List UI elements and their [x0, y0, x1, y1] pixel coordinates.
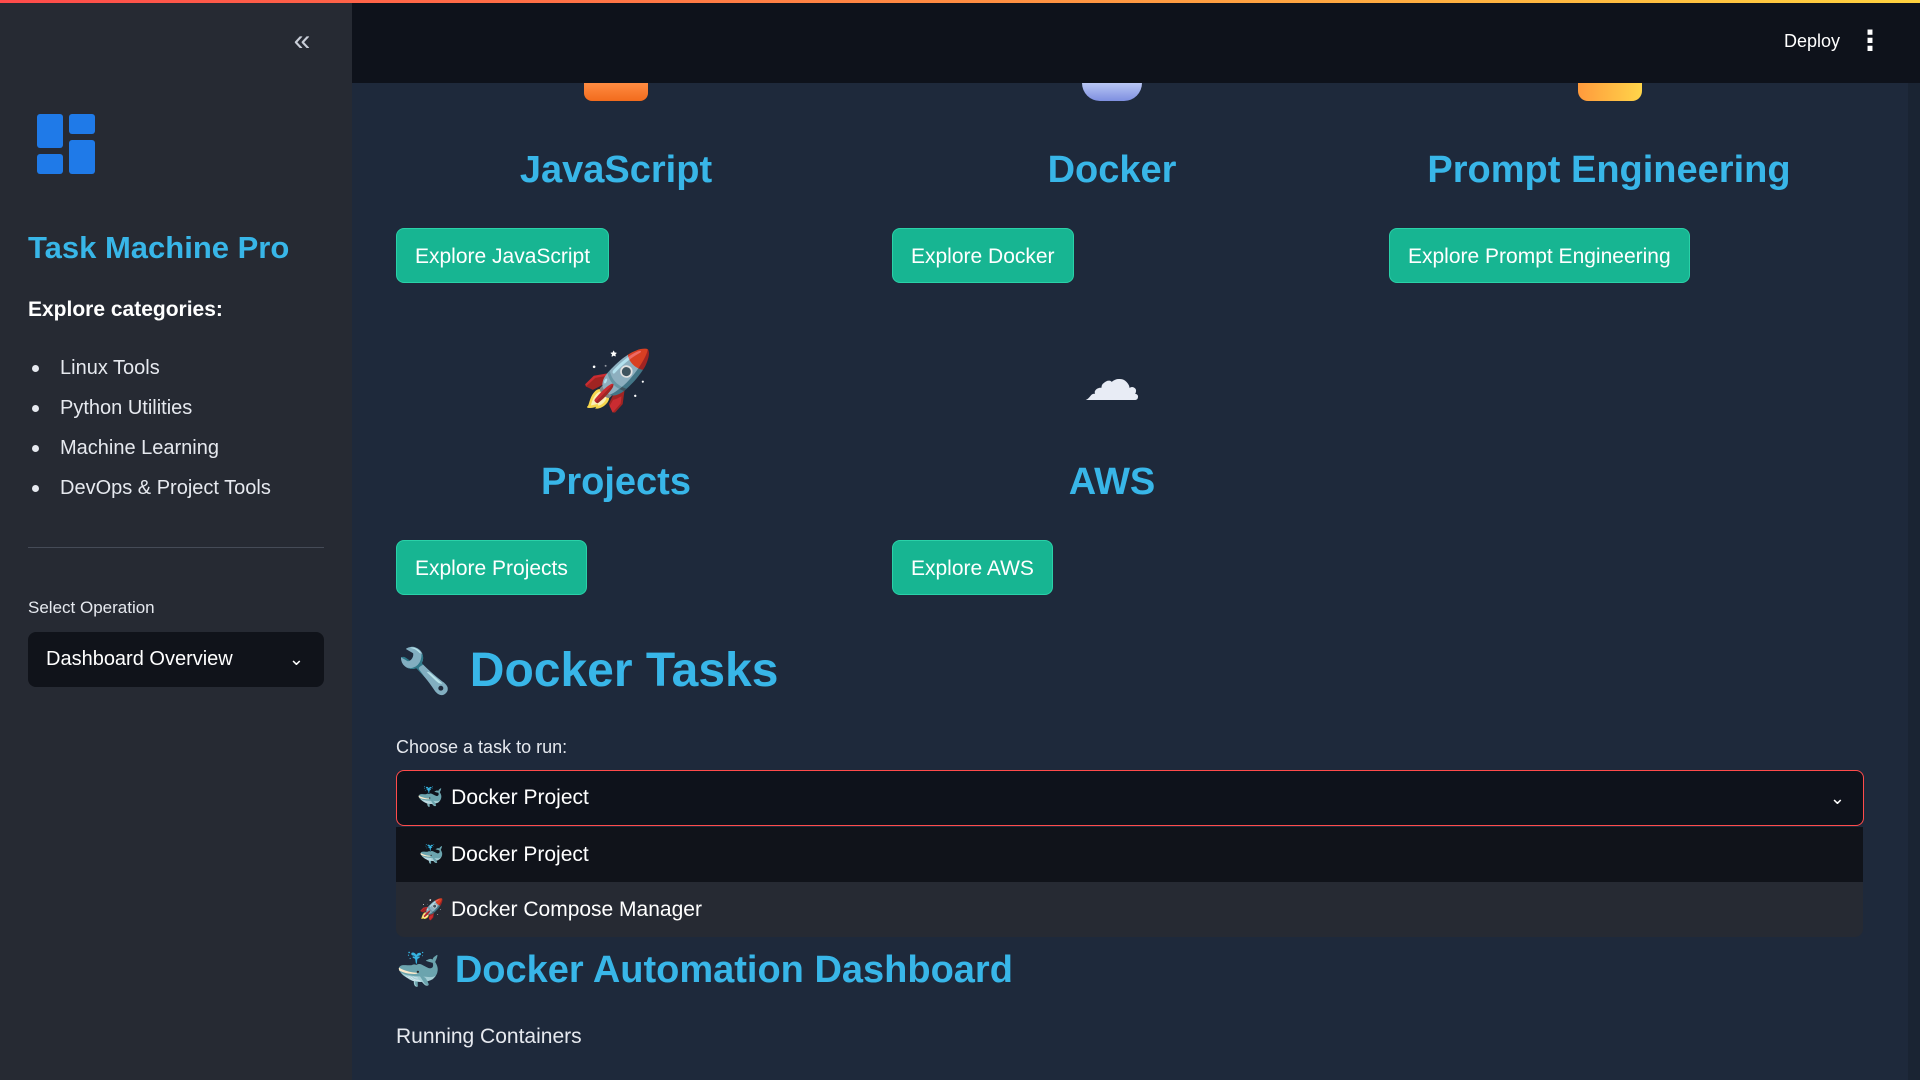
- whale-icon: 🐳: [396, 949, 441, 990]
- categories-heading: Explore categories:: [28, 298, 223, 321]
- top-header: Deploy ⋮: [352, 3, 1920, 83]
- category-title-prompt-engineering: Prompt Engineering: [1427, 149, 1791, 191]
- category-item: DevOps & Project Tools: [28, 470, 271, 510]
- section-title-text: Docker Tasks: [469, 644, 779, 697]
- category-title-docker: Docker: [1047, 149, 1177, 191]
- dashboard-title-text: Docker Automation Dashboard: [454, 949, 1013, 991]
- app-title: Task Machine Pro: [28, 230, 290, 265]
- category-list: Linux Tools Python Utilities Machine Lea…: [28, 350, 271, 510]
- sparkle-icon: [1578, 83, 1642, 101]
- explore-docker-button[interactable]: Explore Docker: [892, 228, 1074, 283]
- chevron-down-icon: ⌄: [288, 649, 304, 669]
- orange-tile-icon: [584, 83, 648, 101]
- category-title-aws: AWS: [1068, 461, 1156, 503]
- task-dropdown-menu: 🐳 Docker Project 🚀 Docker Compose Manager: [396, 827, 1863, 937]
- task-select-label: Choose a task to run:: [396, 737, 568, 757]
- wrench-icon: 🔧: [397, 647, 452, 696]
- category-item: Machine Learning: [28, 430, 271, 470]
- operation-select[interactable]: Dashboard Overview ⌄: [28, 632, 324, 687]
- main-content: JavaScript Docker Prompt Engineering Exp…: [352, 83, 1908, 1080]
- rocket-icon: 🚀: [581, 348, 654, 413]
- scrollbar[interactable]: [1908, 83, 1920, 1080]
- deploy-button[interactable]: Deploy: [1784, 31, 1840, 52]
- operation-select-label: Select Operation: [28, 598, 155, 617]
- dropdown-option[interactable]: 🚀 Docker Compose Manager: [396, 882, 1863, 937]
- explore-aws-button[interactable]: Explore AWS: [892, 540, 1053, 595]
- task-select[interactable]: 🐳 Docker Project ⌄: [396, 770, 1864, 826]
- explore-javascript-button[interactable]: Explore JavaScript: [396, 228, 610, 283]
- dropdown-option-label: Docker Compose Manager: [451, 898, 702, 921]
- operation-select-value: Dashboard Overview: [46, 648, 233, 670]
- dashboard-grid-icon: [37, 114, 97, 174]
- category-title-javascript: JavaScript: [519, 149, 713, 191]
- explore-prompt-engineering-button[interactable]: Explore Prompt Engineering: [1389, 228, 1690, 283]
- rocket-icon: 🚀: [419, 899, 444, 921]
- explore-projects-button[interactable]: Explore Projects: [396, 540, 587, 595]
- sidebar: « Task Machine Pro Explore categories: L…: [0, 0, 352, 1080]
- dropdown-option-label: Docker Project: [451, 843, 589, 866]
- section-title: 🔧 Docker Tasks: [397, 643, 778, 698]
- dropdown-option[interactable]: 🐳 Docker Project: [396, 827, 1863, 882]
- whale-icon: 🐳: [417, 786, 444, 809]
- category-item: Python Utilities: [28, 390, 271, 430]
- category-item: Linux Tools: [28, 350, 271, 390]
- category-title-projects: Projects: [541, 461, 691, 503]
- collapse-sidebar-icon[interactable]: «: [284, 26, 320, 58]
- whale-icon: [1082, 83, 1142, 101]
- task-select-value: Docker Project: [451, 786, 589, 809]
- sidebar-divider: [28, 547, 324, 548]
- cloud-icon: ☁: [1083, 348, 1141, 413]
- dashboard-title: 🐳 Docker Automation Dashboard: [396, 949, 1013, 992]
- kebab-menu-icon[interactable]: ⋮: [1856, 23, 1884, 59]
- running-containers-label: Running Containers: [396, 1025, 582, 1048]
- chevron-down-icon: ⌄: [1829, 788, 1845, 808]
- top-decoration-bar: [0, 0, 1920, 3]
- whale-icon: 🐳: [419, 844, 444, 866]
